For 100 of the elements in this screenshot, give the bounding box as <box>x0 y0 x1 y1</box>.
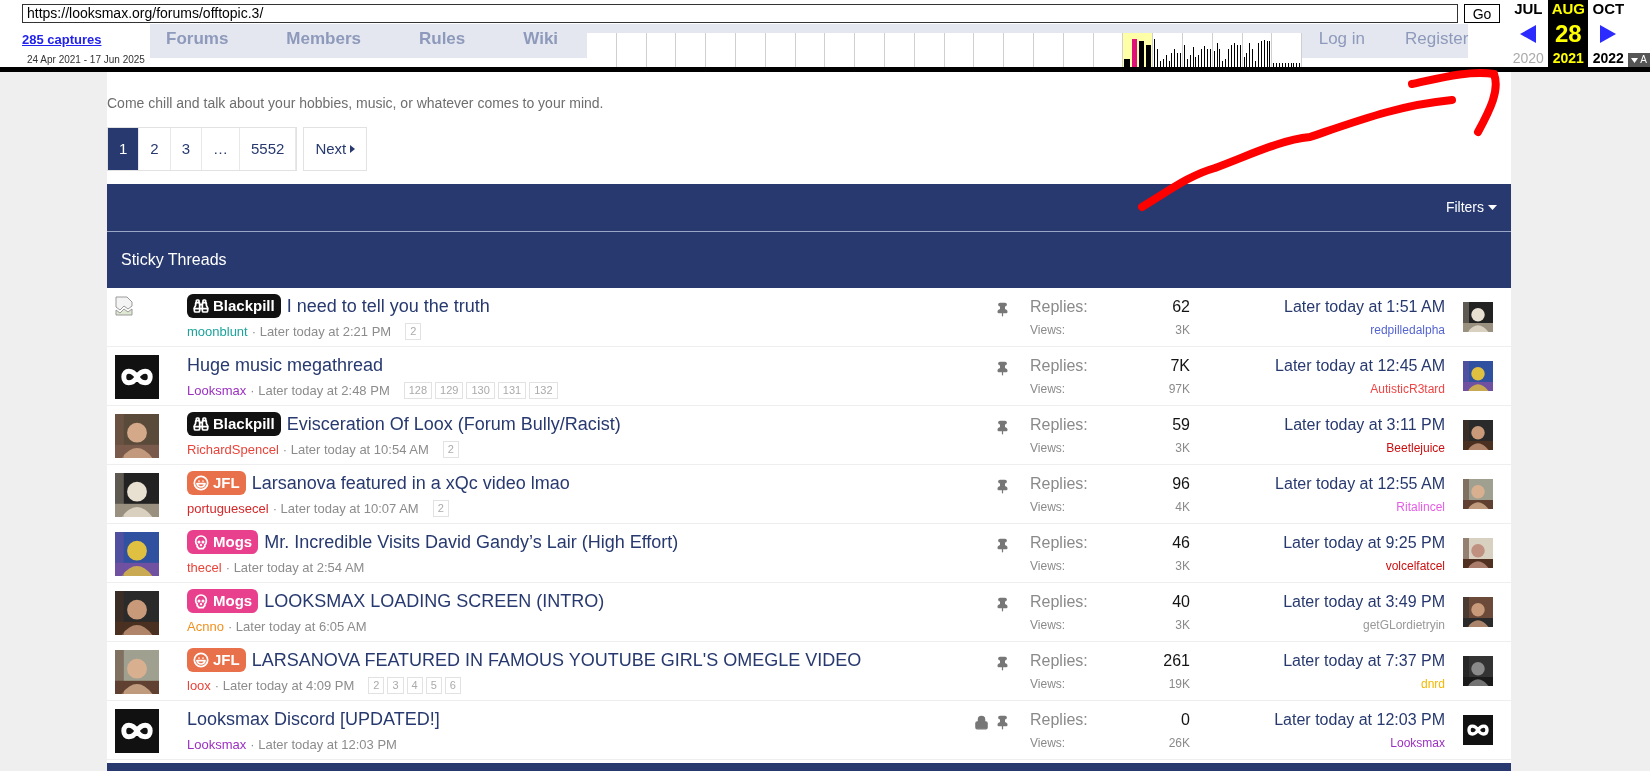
views-label: Views: <box>1030 676 1066 693</box>
thread-title[interactable]: I need to tell you the truth <box>286 292 490 320</box>
last-post-time[interactable]: Later today at 7:37 PM <box>1283 649 1445 673</box>
last-post-time[interactable]: Later today at 12:03 PM <box>1274 708 1445 732</box>
page-link[interactable]: 3 <box>170 128 203 170</box>
toggle-tab[interactable]: A <box>1628 53 1650 67</box>
last-poster-link[interactable]: Looksmax <box>1390 734 1445 752</box>
month-label: AUG <box>1551 0 1585 18</box>
last-poster-link[interactable]: Beetlejuice <box>1386 439 1445 457</box>
author-link[interactable]: thecel <box>187 557 222 578</box>
prefix-tag[interactable]: Blackpill <box>187 412 281 437</box>
author-link[interactable]: Looksmax <box>187 734 247 755</box>
views-count: 97K <box>1168 381 1190 398</box>
thread-title[interactable]: Larsanova featured in a xQc video lmao <box>251 469 570 497</box>
views-count: 26K <box>1168 735 1190 752</box>
last-post-time[interactable]: Later today at 3:11 PM <box>1284 413 1445 437</box>
month-label: OCT <box>1592 0 1625 18</box>
replies-label: Replies: <box>1030 651 1088 671</box>
calendar-month[interactable]: AUG 28 2021 <box>1548 0 1589 67</box>
prefix-tag[interactable]: Blackpill <box>187 294 281 319</box>
month-label: JUL <box>1514 0 1543 18</box>
thread-title[interactable]: Mr. Incredible Visits David Gandy’s Lair (High Effort) <box>264 528 679 556</box>
last-poster-link[interactable]: Ritalincel <box>1396 498 1445 516</box>
replies-label: Replies: <box>1030 415 1088 435</box>
thread-title[interactable]: LARSANOVA FEATURED IN FAMOUS YOUTUBE GIRL'S OMEGLE VIDEO <box>251 646 862 674</box>
calendar-month[interactable]: JUL 2020 <box>1508 0 1549 67</box>
thread-title[interactable]: LOOKSMAX LOADING SCREEN (INTRO) <box>264 587 605 615</box>
prefix-tag[interactable]: Mogs <box>187 530 259 555</box>
captures-link[interactable]: 285 captures <box>22 29 150 49</box>
page-link[interactable]: … <box>202 128 241 170</box>
views-count: 19K <box>1168 676 1190 693</box>
last-post-time[interactable]: Later today at 12:45 AM <box>1275 354 1445 378</box>
next-arrow-icon[interactable] <box>1600 24 1617 43</box>
replies-label: Replies: <box>1030 710 1088 730</box>
year-label: 2021 <box>1552 49 1584 67</box>
thread-time: · Later today at 10:07 AM <box>272 499 419 518</box>
author-link[interactable]: moonblunt <box>187 321 248 342</box>
next-page-button[interactable]: Next <box>303 127 368 171</box>
last-post-time[interactable]: Later today at 3:49 PM <box>1283 590 1445 614</box>
caret-icon <box>1631 57 1639 63</box>
views-label: Views: <box>1030 499 1066 516</box>
thread-time: · Later today at 4:09 PM <box>214 676 355 695</box>
thread-time: · Later today at 2:54 AM <box>225 558 365 577</box>
previous-arrow-icon[interactable] <box>1520 24 1537 43</box>
author-link[interactable]: Looksmax <box>187 380 247 401</box>
views-label: Views: <box>1030 735 1066 752</box>
replies-label: Replies: <box>1030 297 1088 317</box>
replies-label: Replies: <box>1030 533 1088 553</box>
url-field[interactable]: https://looksmax.org/forums/offtopic.3/ <box>22 4 1458 24</box>
page-link[interactable]: 2 <box>139 128 171 170</box>
replies-count: 40 <box>1172 592 1190 612</box>
views-count: 3K <box>1175 617 1190 634</box>
thread-time: · Later today at 2:21 PM <box>251 322 392 341</box>
skull-icon <box>193 593 209 610</box>
replies-label: Replies: <box>1030 474 1088 494</box>
views-label: Views: <box>1030 440 1066 457</box>
prefix-tag[interactable]: Mogs <box>187 589 259 614</box>
views-count: 3K <box>1175 558 1190 575</box>
replies-count: 7K <box>1170 356 1190 376</box>
page-link[interactable]: 1 <box>108 128 140 170</box>
last-poster-link[interactable]: volcelfatcel <box>1385 557 1445 575</box>
year-label: 2020 <box>1512 49 1544 67</box>
author-link[interactable]: loox <box>187 675 211 696</box>
thread-title[interactable]: Looksmax Discord [UPDATED!] <box>187 705 440 733</box>
replies-label: Replies: <box>1030 356 1088 376</box>
author-link[interactable]: RichardSpencel <box>187 439 279 460</box>
filters-button[interactable]: Filters <box>1445 197 1497 218</box>
last-poster-link[interactable]: getGLordietryin <box>1362 616 1445 634</box>
replies-count: 62 <box>1172 297 1190 317</box>
calendar-month[interactable]: OCT 2022 <box>1588 0 1629 67</box>
replies-count: 59 <box>1172 415 1190 435</box>
thread-title[interactable]: Huge music megathread <box>187 351 384 379</box>
replies-count: 261 <box>1163 651 1190 671</box>
replies-label: Replies: <box>1030 592 1088 612</box>
skull-icon <box>193 534 209 551</box>
caret-icon <box>1488 205 1497 210</box>
replies-count: 96 <box>1172 474 1190 494</box>
last-poster-link[interactable]: redpilledalpha <box>1370 321 1445 339</box>
thread-time: · Later today at 2:48 PM <box>250 381 390 400</box>
last-post-time[interactable]: Later today at 9:25 PM <box>1283 531 1445 555</box>
replies-count: 0 <box>1181 710 1190 730</box>
thread-time: · Later today at 12:03 PM <box>250 735 397 754</box>
caret-icon <box>350 145 356 153</box>
go-button[interactable]: Go <box>1463 4 1501 24</box>
thread-time: · Later today at 6:05 AM <box>227 617 367 636</box>
thread-time: · Later today at 10:54 AM <box>282 440 429 459</box>
laugh-icon <box>193 652 209 669</box>
section-title: Sticky Threads <box>121 250 227 270</box>
prefix-tag[interactable]: JFL <box>187 471 246 496</box>
last-post-time[interactable]: Later today at 1:51 AM <box>1284 295 1445 319</box>
last-post-time[interactable]: Later today at 12:55 AM <box>1275 472 1445 496</box>
forum-description: Come chill and talk about your hobbies, music, or whatever comes to your mind. <box>107 94 605 113</box>
last-poster-link[interactable]: AutisticR3tard <box>1370 380 1445 398</box>
prefix-tag[interactable]: JFL <box>187 648 246 673</box>
page-link[interactable]: 5552 <box>240 128 297 170</box>
thread-title[interactable]: Evisceration Of Loox (Forum Bully/Racist) <box>286 410 621 438</box>
date-range: 24 Apr 2021 - 17 Jun 2025 <box>27 53 146 67</box>
views-count: 3K <box>1175 440 1190 457</box>
views-count: 3K <box>1175 322 1190 339</box>
author-link[interactable]: portuguesecel <box>187 498 269 519</box>
